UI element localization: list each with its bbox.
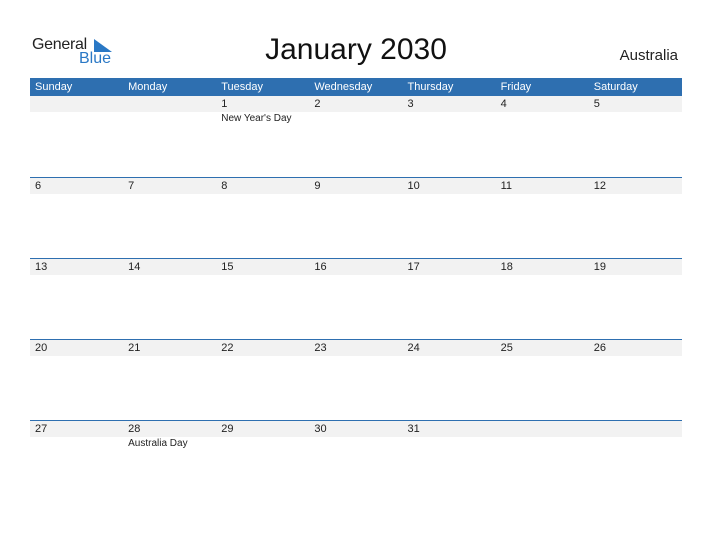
weekday-friday: Friday [500, 81, 532, 93]
day-number: 4 [500, 98, 507, 110]
week-row: 27 28 29 30 31 Australia Day [30, 420, 682, 501]
day-number: 27 [35, 423, 48, 435]
day-number: 3 [407, 98, 414, 110]
day-number: 2 [314, 98, 321, 110]
day-number: 26 [593, 342, 606, 354]
day-number: 28 [128, 423, 141, 435]
day-number: 30 [314, 423, 327, 435]
day-number: 23 [314, 342, 327, 354]
week-row: 13 14 15 16 17 18 19 [30, 258, 682, 339]
week-row: 1 2 3 4 5 New Year's Day [30, 96, 682, 177]
day-number [30, 96, 123, 112]
day-number: 8 [221, 180, 228, 192]
weekday-sunday: Sunday [35, 81, 73, 93]
day-number: 10 [407, 180, 420, 192]
day-number: 6 [35, 180, 42, 192]
day-number: 21 [128, 342, 141, 354]
day-number [123, 96, 216, 112]
holiday-label [496, 437, 589, 450]
holiday-label [309, 112, 402, 125]
day-number: 31 [407, 423, 420, 435]
date-strip: 27 28 29 30 31 [30, 421, 682, 437]
weekday-header: Sunday Monday Tuesday Wednesday Thursday… [30, 78, 682, 96]
holiday-label [30, 112, 123, 125]
holiday-label [216, 437, 309, 450]
calendar-grid: Sunday Monday Tuesday Wednesday Thursday… [30, 78, 682, 501]
weekday-saturday: Saturday [593, 81, 638, 93]
holiday-label [309, 437, 402, 450]
weeks-container: 1 2 3 4 5 New Year's Day 6 7 8 9 10 11 12 13 14 15 16 17 1… [30, 96, 682, 501]
day-number [589, 421, 682, 437]
holiday-label [123, 112, 216, 125]
day-number: 11 [500, 180, 513, 192]
day-number: 5 [593, 98, 600, 110]
holiday-label [30, 437, 123, 450]
holiday-label [589, 437, 682, 450]
day-number: 17 [407, 261, 420, 273]
day-number: 16 [314, 261, 327, 273]
day-number: 22 [221, 342, 234, 354]
weekday-tuesday: Tuesday [221, 81, 264, 93]
country-label: Australia [619, 47, 678, 64]
holiday-label [589, 112, 682, 125]
day-number: 20 [35, 342, 48, 354]
date-strip: 6 7 8 9 10 11 12 [30, 178, 682, 194]
day-number: 29 [221, 423, 234, 435]
day-number: 9 [314, 180, 321, 192]
day-number [496, 421, 589, 437]
week-row: 6 7 8 9 10 11 12 [30, 177, 682, 258]
events-row: New Year's Day [30, 112, 682, 125]
day-number: 19 [593, 261, 606, 273]
holiday-label: New Year's Day [221, 113, 292, 124]
weekday-monday: Monday [128, 81, 168, 93]
date-strip: 13 14 15 16 17 18 19 [30, 259, 682, 275]
day-number: 1 [221, 98, 228, 110]
day-number: 25 [500, 342, 513, 354]
holiday-label [496, 112, 589, 125]
date-strip: 20 21 22 23 24 25 26 [30, 340, 682, 356]
day-number: 12 [593, 180, 606, 192]
day-number: 7 [128, 180, 135, 192]
holiday-label: Australia Day [128, 438, 188, 449]
calendar-title: January 2030 [265, 33, 447, 66]
holiday-label [403, 437, 496, 450]
day-number: 13 [35, 261, 48, 273]
day-number: 24 [407, 342, 420, 354]
weekday-wednesday: Wednesday [314, 81, 373, 93]
day-number: 14 [128, 261, 141, 273]
day-number: 18 [500, 261, 513, 273]
day-number: 15 [221, 261, 234, 273]
date-strip: 1 2 3 4 5 [30, 96, 682, 112]
week-row: 20 21 22 23 24 25 26 [30, 339, 682, 420]
events-row: Australia Day [30, 437, 682, 450]
weekday-thursday: Thursday [407, 81, 454, 93]
holiday-label [403, 112, 496, 125]
